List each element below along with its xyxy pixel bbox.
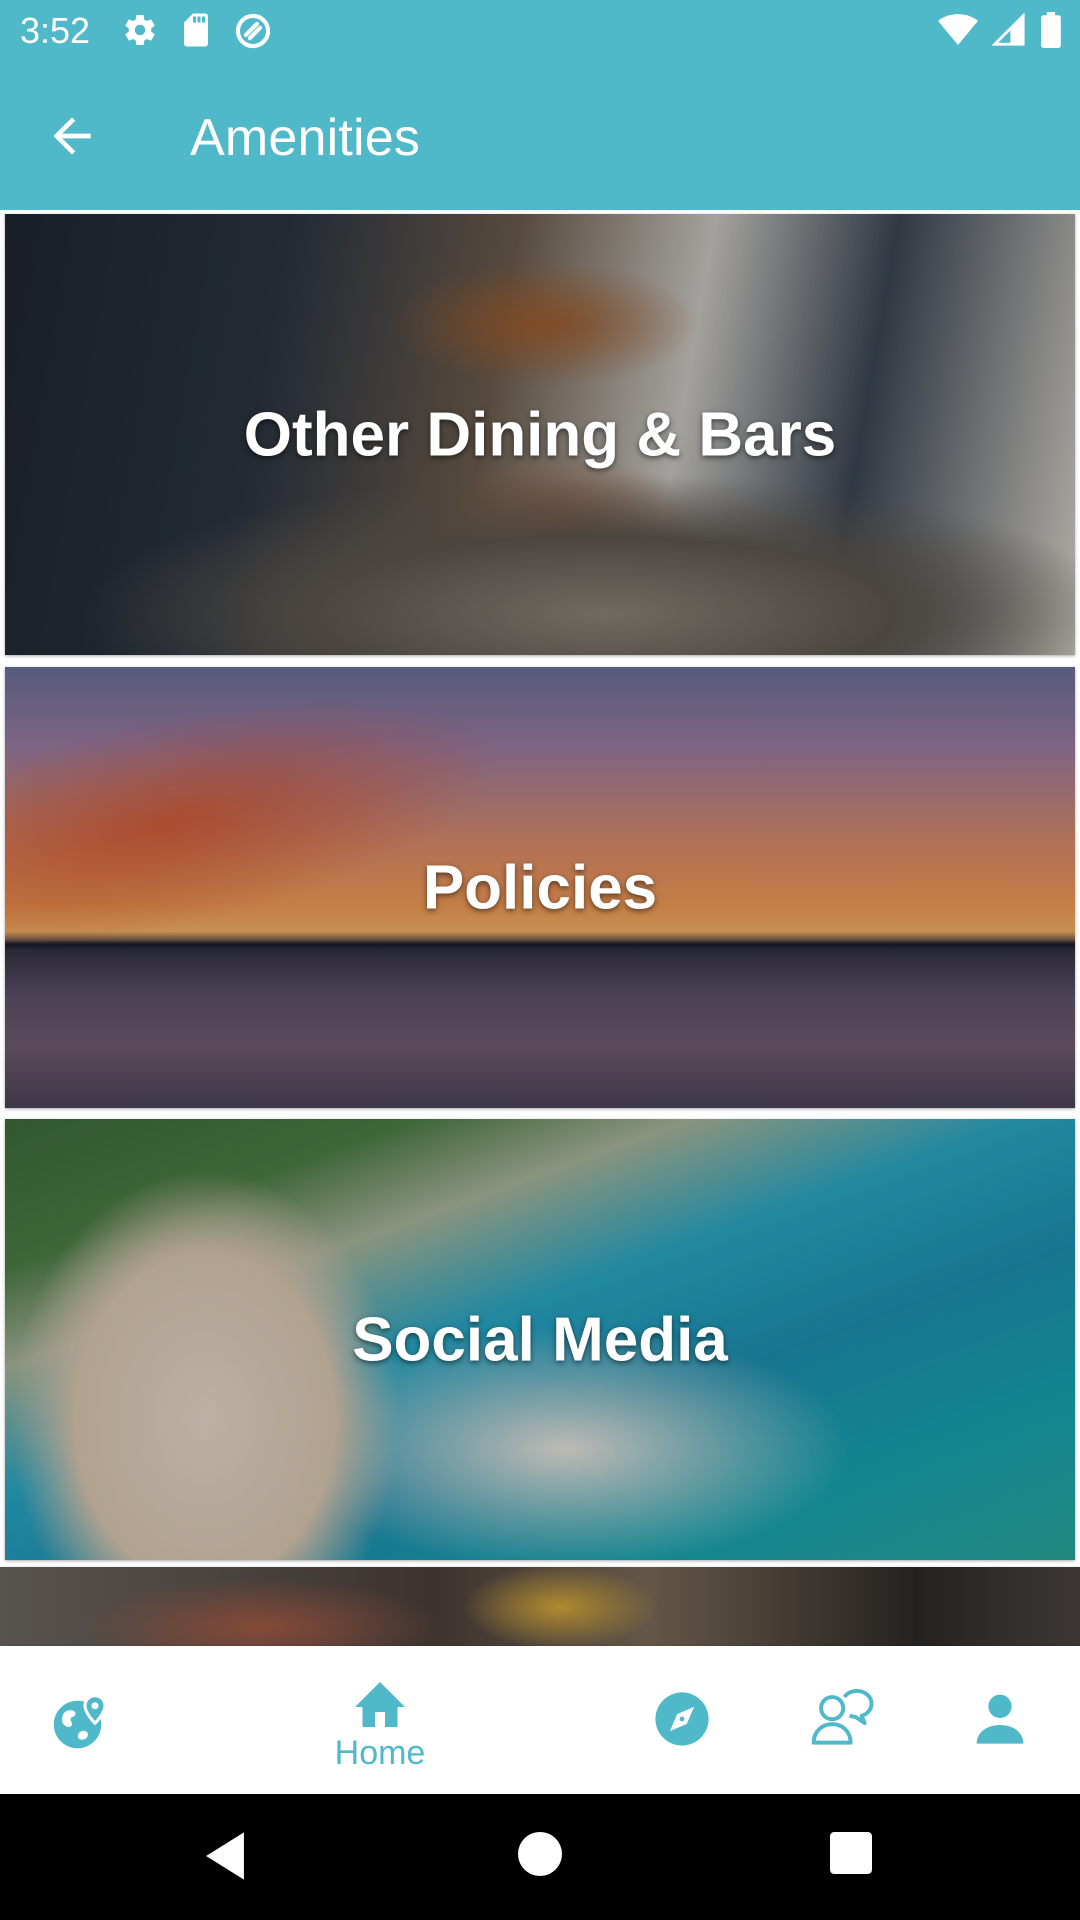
card-label: Social Media xyxy=(352,1305,728,1374)
back-triangle-icon[interactable] xyxy=(200,1830,250,1887)
app-bar: Amenities xyxy=(0,62,1080,210)
card-policies[interactable]: Policies xyxy=(5,667,1075,1108)
home-circle-icon[interactable] xyxy=(518,1832,562,1881)
nav-item-chat[interactable] xyxy=(782,1646,902,1794)
card-other-dining-bars[interactable]: Other Dining & Bars xyxy=(5,214,1075,655)
arrow-back-icon xyxy=(53,117,91,155)
bottom-nav: Home xyxy=(0,1646,1080,1794)
status-bar: 3:52 xyxy=(0,0,1080,62)
status-time: 3:52 xyxy=(20,10,91,51)
compass-icon xyxy=(653,1690,711,1753)
chat-person-icon xyxy=(810,1688,874,1753)
globe-pin-icon xyxy=(50,1692,110,1757)
nav-label-home: Home xyxy=(334,1734,426,1772)
home-icon xyxy=(350,1674,410,1735)
nav-item-profile[interactable] xyxy=(940,1646,1060,1794)
wifi-icon xyxy=(938,13,978,47)
nav-item-explore[interactable] xyxy=(20,1646,140,1794)
amenities-list[interactable]: Other Dining & Bars Policies Social Medi… xyxy=(0,210,1080,1646)
sd-card-icon xyxy=(180,12,212,50)
person-icon xyxy=(972,1690,1028,1751)
system-nav xyxy=(0,1794,1080,1920)
nav-item-discover[interactable] xyxy=(622,1646,742,1794)
card-label: Other Dining & Bars xyxy=(243,400,837,469)
signal-icon xyxy=(992,13,1026,47)
battery-icon xyxy=(1040,12,1062,48)
status-icons-left xyxy=(122,12,272,50)
nav-item-home[interactable]: Home xyxy=(300,1646,460,1794)
sync-circle-icon xyxy=(234,12,272,50)
recents-square-icon[interactable] xyxy=(830,1832,872,1879)
card-food[interactable] xyxy=(0,1567,1080,1646)
card-label: Policies xyxy=(422,853,658,922)
page-title: Amenities xyxy=(190,109,421,167)
gear-icon xyxy=(122,12,158,50)
back-button[interactable] xyxy=(44,108,100,164)
card-social-media[interactable]: Social Media xyxy=(5,1119,1075,1560)
status-icons-right xyxy=(938,12,1062,48)
